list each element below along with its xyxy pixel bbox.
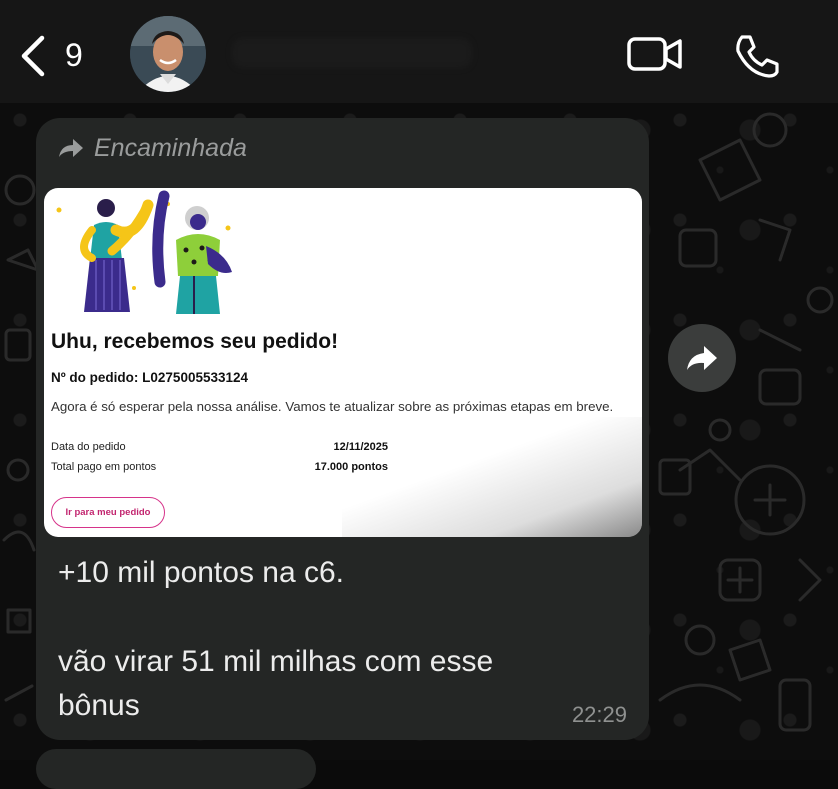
share-arrow-icon [687,346,717,370]
card-shadow-overlay [342,417,642,537]
message-text-line: +10 mil pontos na c6. [58,556,345,589]
forward-button[interactable] [668,324,736,392]
card-title: Uhu, recebemos seu pedido! [51,330,339,353]
message-timestamp: 22:29 [571,702,627,727]
forwarded-label: Encaminhada [94,133,247,162]
message-text-line: bônus [58,689,140,722]
forwarded-indicator: Encaminhada [58,132,247,164]
forwarded-image-card[interactable]: Uhu, recebemos seu pedido! Nº do pedido:… [44,188,642,537]
points-total-label: Total pago em pontos [51,461,157,473]
go-to-order-button[interactable]: Ir para meu pedido [51,497,165,528]
order-number: Nº do pedido: L0275005533124 [51,370,249,385]
contact-name[interactable]: k [232,38,472,68]
chat-header: 9 k [0,0,838,103]
order-date-label: Data do pedido [51,441,126,453]
next-message-bubble[interactable] [36,749,316,789]
celebration-illustration [56,190,232,314]
card-description: Agora é só esperar pela nossa análise. V… [51,399,614,414]
phone-icon[interactable] [733,33,779,79]
message-text-line: vão virar 51 mil milhas com esse [58,645,494,678]
forward-arrow-icon [59,139,83,157]
avatar[interactable] [130,16,206,92]
unread-count[interactable]: 9 [65,35,83,75]
avatar-photo [130,16,206,92]
message-bubble[interactable]: Encaminhada Uhu, recebemos seu pedido! N… [36,118,649,740]
video-camera-icon[interactable] [626,34,684,74]
chevron-left-icon[interactable] [18,34,48,78]
